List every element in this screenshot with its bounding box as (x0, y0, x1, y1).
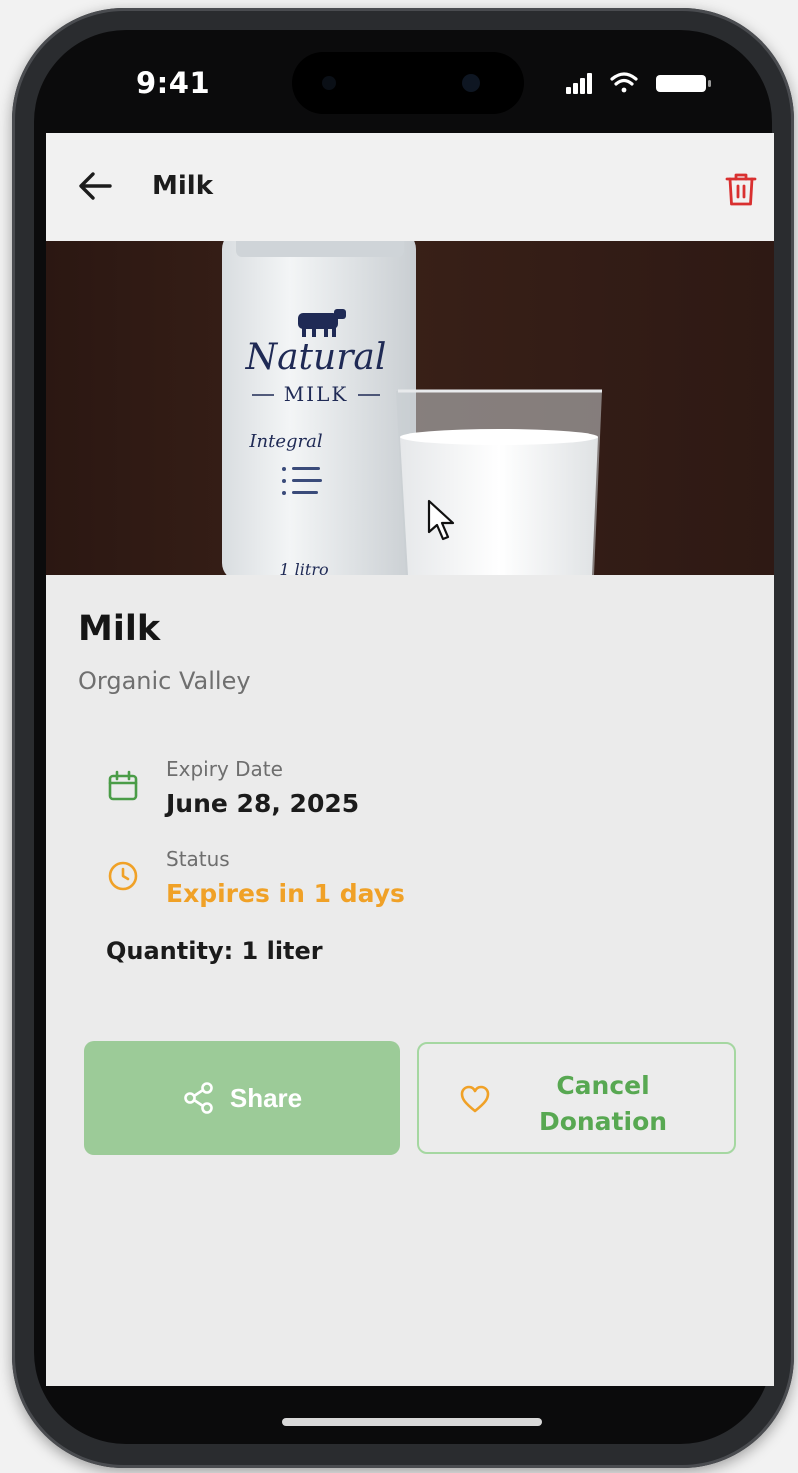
carton-brand: Natural (245, 337, 387, 378)
status-value: Expires in 1 days (166, 879, 405, 908)
share-icon (184, 1082, 213, 1114)
arrow-left-icon[interactable] (76, 169, 114, 203)
front-camera (462, 74, 480, 92)
expiry-value: June 28, 2025 (166, 789, 360, 818)
carton-volume: 1 litro (279, 560, 328, 575)
app-screen: Milk Natural MILK Integral 1 litro Milk … (46, 133, 774, 1386)
screenshot-stage: 9:41 Milk Natural MILK Integral 1 litro … (0, 0, 798, 1473)
calendar-icon (108, 770, 138, 801)
app-bar: Milk (46, 133, 774, 241)
dynamic-island (292, 52, 524, 114)
share-button[interactable]: Share (84, 1041, 400, 1155)
battery-icon (656, 75, 711, 92)
sensor (322, 76, 336, 90)
clock-icon (108, 861, 138, 891)
expiry-label: Expiry Date (166, 757, 283, 781)
share-button-label: Share (229, 1082, 303, 1113)
app-bar-title: Milk (152, 171, 213, 201)
product-brand: Organic Valley (78, 667, 251, 695)
product-name: Milk (78, 609, 161, 649)
cancel-donation-label: Cancel Donation (513, 1068, 693, 1140)
carton-variant: Integral (248, 431, 322, 452)
home-indicator[interactable] (282, 1418, 542, 1426)
trash-icon[interactable] (724, 171, 758, 207)
milk-illustration: Natural MILK Integral 1 litro (222, 241, 602, 575)
product-image: Natural MILK Integral 1 litro (46, 241, 774, 575)
heart-icon (460, 1085, 490, 1113)
quantity-text: Quantity: 1 liter (106, 937, 323, 965)
wifi-icon (610, 72, 638, 93)
signal-icon (566, 73, 592, 94)
status-time: 9:41 (136, 66, 211, 100)
cancel-donation-line1: Cancel (556, 1071, 650, 1100)
cancel-donation-line2: Donation (538, 1107, 668, 1136)
carton-product: MILK (284, 382, 349, 406)
cancel-donation-button[interactable]: Cancel Donation (417, 1042, 736, 1154)
status-icons (566, 72, 711, 94)
status-label: Status (166, 847, 230, 871)
